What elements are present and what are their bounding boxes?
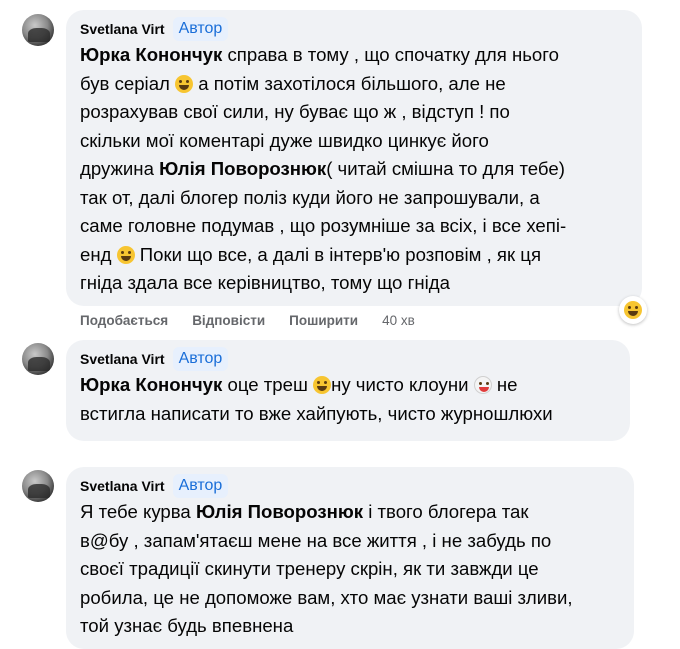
comment-bubble: Svetlana Virt Автор Я тебе курва Юлія По…: [66, 467, 634, 649]
avatar[interactable]: [22, 14, 54, 46]
comment-text-run: а потім захотілося більшого, але не: [193, 72, 506, 94]
comment-text: Юрка Конончук оце треш ну чисто клоуни н…: [80, 371, 618, 428]
comment-actions: Подобається Відповісти Поширити 40 хв: [80, 313, 415, 328]
comment-text-run: енд: [80, 243, 117, 265]
laughing-tears-emoji: [116, 245, 135, 264]
comment-text-run: був серіал: [80, 72, 176, 94]
comment-text-run: дружина: [80, 158, 160, 179]
comment-text: Юрка Конончук справа в тому , що спочатк…: [80, 41, 630, 298]
comment-text-run: в@бу , запам'ятаєш мене на все життя , і…: [80, 529, 552, 551]
comment-text-run: саме головне подумав , що розумніше за в…: [80, 215, 567, 236]
comment-text-run: так от, далі блогер поліз куди його не з…: [80, 186, 540, 208]
comment-text-run: своєї традиції скинути тренеру скрін, як…: [80, 558, 539, 579]
comment-text-run: оце треш: [222, 374, 314, 395]
clown-emoji: [473, 376, 492, 394]
comment-text-run: ( читай смішна то для тебе): [326, 158, 565, 179]
comment-bubble: Svetlana Virt Автор Юрка Конончук оце тр…: [66, 340, 630, 441]
comment-text-run: гніда здала все керівництво, тому що гні…: [80, 272, 450, 293]
comment-text: Я тебе курва Юлія Поворознюк і твого бло…: [80, 498, 622, 641]
share-button[interactable]: Поширити: [289, 313, 358, 328]
like-button[interactable]: Подобається: [80, 313, 168, 328]
avatar[interactable]: [22, 343, 54, 375]
laughing-tears-emoji: [313, 376, 332, 394]
comment-text-run: робила, це не допоможе вам, хто має узна…: [80, 586, 573, 608]
author-badge: Автор: [172, 17, 229, 41]
mention-link[interactable]: Юрка Конончук: [80, 44, 222, 65]
comment-text-run: справа в тому , що спочатку для нього: [222, 44, 559, 65]
comment-bubble: Svetlana Virt Автор Юрка Конончук справа…: [66, 10, 642, 306]
laughing-reaction-icon[interactable]: [619, 296, 647, 324]
author-badge: Автор: [172, 347, 229, 371]
comment-text-run: розрахував свої сили, ну буває що ж , ві…: [80, 101, 510, 122]
comment-text-run: і твого блогера так: [363, 501, 529, 522]
author-name[interactable]: Svetlana Virt: [80, 351, 165, 367]
comment-text-run: скільки мої коментарі дуже швидко цинкує…: [80, 129, 489, 151]
comment-text-run: Я тебе курва: [80, 501, 196, 522]
mention-link[interactable]: Юлія Поворознюк: [159, 158, 326, 179]
comment-text-run: не: [491, 374, 518, 395]
author-name[interactable]: Svetlana Virt: [80, 21, 165, 37]
author-badge: Автор: [172, 474, 229, 498]
comment-text-run: ну чисто клоуни: [331, 374, 474, 395]
mention-link[interactable]: Юрка Конончук: [80, 374, 222, 395]
avatar[interactable]: [22, 470, 54, 502]
comment-text-run: встигла написати то вже хайпують, чисто …: [80, 402, 553, 424]
comment-text-run: той узнає будь впевнена: [80, 615, 294, 636]
grinning-face-emoji: [175, 74, 194, 93]
laughing-tears-emoji: [624, 301, 642, 319]
author-name[interactable]: Svetlana Virt: [80, 478, 165, 494]
mention-link[interactable]: Юлія Поворознюк: [196, 501, 363, 522]
comment-text-run: Поки що все, а далі в інтерв'ю розповім …: [134, 243, 542, 265]
comment-timestamp[interactable]: 40 хв: [382, 313, 415, 328]
reply-button[interactable]: Відповісти: [192, 313, 265, 328]
